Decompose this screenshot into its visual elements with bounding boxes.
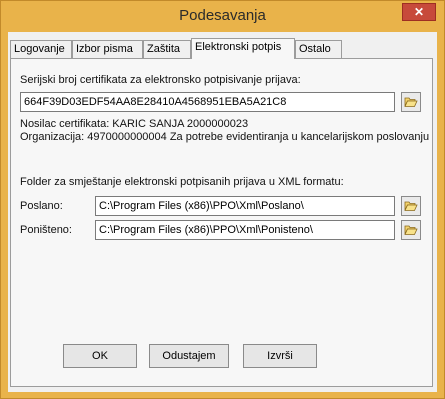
dialog-client-area: Logovanje Izbor pisma Zaštita Elektronsk…	[8, 32, 437, 392]
folder-open-icon	[404, 201, 418, 211]
xml-folder-heading: Folder za smještanje elektronski potpisa…	[20, 176, 344, 188]
cancelled-folder-field[interactable]: C:\Program Files (x86)\PPO\Xml\Ponisteno…	[95, 220, 395, 240]
browse-sent-folder-button[interactable]	[401, 196, 421, 216]
tab-izbor-pisma[interactable]: Izbor pisma	[72, 40, 143, 58]
sent-folder-label: Poslano:	[20, 200, 63, 212]
tab-elektronski-potpis[interactable]: Elektronski potpis	[191, 38, 295, 59]
sent-folder-field[interactable]: C:\Program Files (x86)\PPO\Xml\Poslano\	[95, 196, 395, 216]
execute-button[interactable]: Izvrši	[243, 344, 317, 368]
folder-open-icon	[404, 97, 418, 107]
organization-text: Organizacija: 4970000000004 Za potrebe e…	[20, 131, 430, 143]
serial-label: Serijski broj certifikata za elektronsko…	[20, 74, 301, 86]
tab-panel-elektronski-potpis: Serijski broj certifikata za elektronsko…	[10, 58, 433, 387]
close-button[interactable]: ✕	[402, 3, 436, 21]
browse-cancelled-folder-button[interactable]	[401, 220, 421, 240]
settings-window: Podesavanja ✕ Logovanje Izbor pisma Zašt…	[0, 0, 445, 399]
ok-button[interactable]: OK	[63, 344, 137, 368]
tab-logovanje[interactable]: Logovanje	[10, 40, 72, 58]
cancel-button[interactable]: Odustajem	[149, 344, 229, 368]
title-bar[interactable]: Podesavanja ✕	[1, 1, 444, 29]
tab-ostalo[interactable]: Ostalo	[295, 40, 342, 58]
serial-number-field[interactable]: 664F39D03EDF54AA8E28410A4568951EBA5A21C8	[20, 92, 395, 112]
browse-certificate-button[interactable]	[401, 92, 421, 112]
folder-open-icon	[404, 225, 418, 235]
close-icon: ✕	[413, 5, 425, 19]
window-title: Podesavanja	[179, 7, 266, 24]
cancelled-folder-label: Poništeno:	[20, 224, 72, 236]
tab-zastita[interactable]: Zaštita	[143, 40, 191, 58]
certificate-holder-text: Nosilac certifikata: KARIC SANJA 2000000…	[20, 118, 249, 130]
